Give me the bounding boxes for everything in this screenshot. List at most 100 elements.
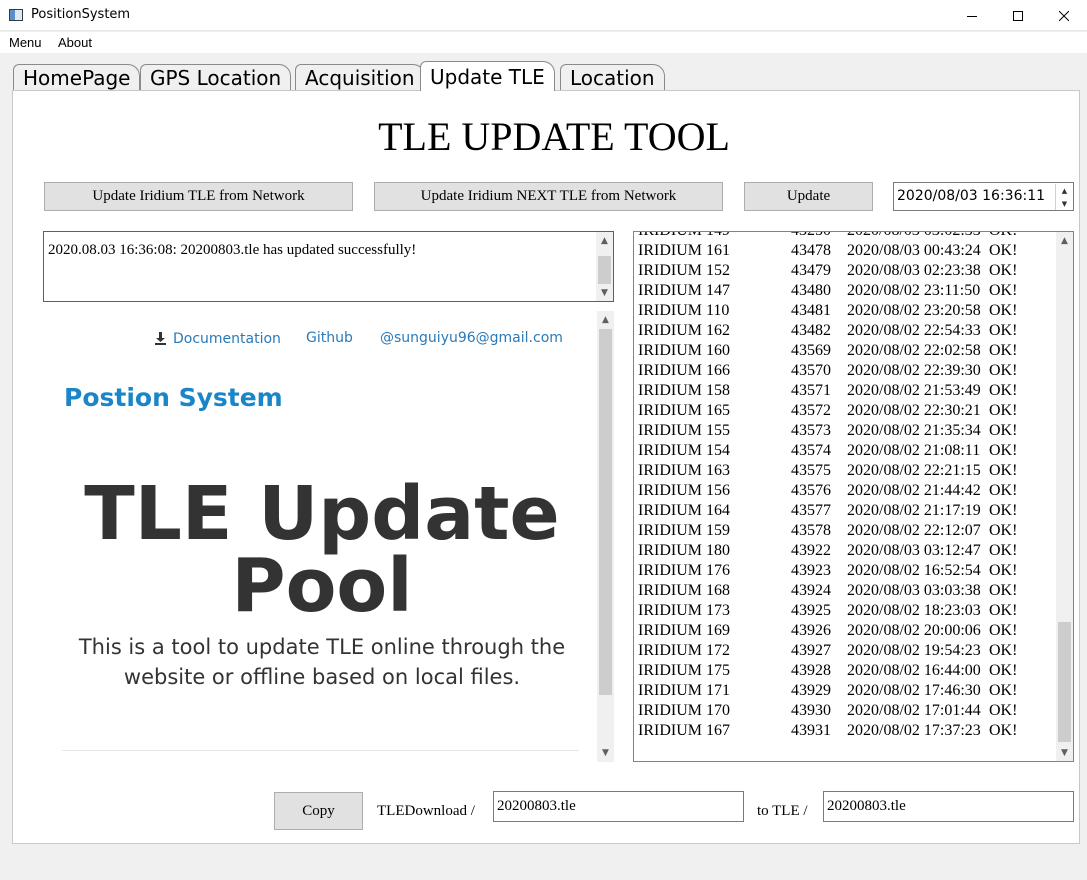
satellite-status: OK!	[989, 522, 1018, 539]
satellite-list[interactable]: IRIDIUM 149 43250 2020/08/03 03:02:33 OK! IR…	[633, 231, 1074, 762]
window-title: PositionSystem	[31, 7, 131, 22]
satellite-name: IRIDIUM 154	[638, 442, 730, 459]
satellite-status: OK!	[989, 722, 1018, 739]
satellite-id: 43931	[791, 722, 831, 739]
update-iridium-tle-button[interactable]: Update Iridium TLE from Network	[44, 182, 353, 211]
satellite-name: IRIDIUM 164	[638, 502, 730, 519]
web-scrollbar[interactable]: ▲ ▼	[597, 311, 614, 762]
description: This is a tool to update TLE online thro…	[62, 632, 582, 692]
tle-download-label: TLEDownload /	[377, 803, 475, 819]
maximize-button[interactable]	[995, 0, 1041, 31]
satellite-name: IRIDIUM 149	[638, 232, 730, 240]
satellite-time: 2020/08/03 00:43:24	[847, 242, 981, 259]
satellite-time: 2020/08/02 22:02:58	[847, 342, 981, 359]
satellite-id: 43573	[791, 422, 831, 439]
tab-acquisition[interactable]: Acquisition	[295, 64, 425, 90]
scroll-down-icon[interactable]: ▼	[1056, 744, 1073, 761]
satellite-name: IRIDIUM 147	[638, 282, 730, 299]
update-iridium-next-tle-button[interactable]: Update Iridium NEXT TLE from Network	[374, 182, 723, 211]
satellite-name: IRIDIUM 172	[638, 642, 730, 659]
update-button[interactable]: Update	[744, 182, 873, 211]
satellite-status: OK!	[989, 442, 1018, 459]
satellite-id: 43577	[791, 502, 831, 519]
scroll-up-icon[interactable]: ▲	[596, 232, 613, 249]
system-title: Postion System	[64, 383, 283, 412]
documentation-link[interactable]: Documentation	[173, 331, 281, 347]
satellite-id: 43571	[791, 382, 831, 399]
to-tle-label: to TLE /	[757, 803, 808, 819]
satellite-time: 2020/08/02 22:12:07	[847, 522, 981, 539]
satellite-id: 43929	[791, 682, 831, 699]
satellite-id: 43575	[791, 462, 831, 479]
satellite-status: OK!	[989, 422, 1018, 439]
satellite-time: 2020/08/02 21:53:49	[847, 382, 981, 399]
close-button[interactable]	[1041, 0, 1087, 31]
satellite-name: IRIDIUM 155	[638, 422, 730, 439]
satellite-time: 2020/08/03 03:03:38	[847, 582, 981, 599]
satellite-time: 2020/08/02 21:44:42	[847, 482, 981, 499]
satellite-id: 43479	[791, 262, 831, 279]
satellite-status: OK!	[989, 482, 1018, 499]
satellite-status: OK!	[989, 402, 1018, 419]
satellite-status: OK!	[989, 642, 1018, 659]
copy-button[interactable]: Copy	[274, 792, 363, 830]
email-link[interactable]: @sunguiyu96@gmail.com	[380, 330, 563, 346]
satellite-name: IRIDIUM 171	[638, 682, 730, 699]
github-link[interactable]: Github	[306, 330, 353, 346]
satellite-name: IRIDIUM 167	[638, 722, 730, 739]
satellite-id: 43572	[791, 402, 831, 419]
menu-about[interactable]: About	[58, 35, 92, 50]
scroll-down-icon[interactable]: ▼	[597, 744, 614, 761]
satellite-id: 43924	[791, 582, 831, 599]
scroll-up-icon[interactable]: ▲	[1056, 232, 1073, 249]
satellite-status: OK!	[989, 542, 1018, 559]
scroll-down-icon[interactable]: ▼	[596, 284, 613, 301]
close-icon	[1059, 10, 1069, 21]
satellite-time: 2020/08/03 02:23:38	[847, 262, 981, 279]
satellite-name: IRIDIUM 180	[638, 542, 730, 559]
scroll-up-icon[interactable]: ▲	[597, 311, 614, 328]
satellite-time: 2020/08/02 19:54:23	[847, 642, 981, 659]
log-text: 2020.08.03 16:36:08: 20200803.tle has up…	[48, 242, 417, 258]
datetime-edit[interactable]: 2020/08/03 16:36:11 ▲ ▼	[893, 182, 1074, 211]
satellite-id: 43928	[791, 662, 831, 679]
list-scroll-thumb[interactable]	[1058, 622, 1071, 742]
log-scrollbar[interactable]: ▲ ▼	[596, 232, 613, 301]
satellite-id: 43481	[791, 302, 831, 319]
description-line2: website or offline based on local files.	[123, 665, 521, 689]
satellite-id: 43926	[791, 622, 831, 639]
tab-update-tle[interactable]: Update TLE	[420, 61, 555, 91]
satellite-name: IRIDIUM 159	[638, 522, 730, 539]
minimize-button[interactable]	[949, 0, 995, 31]
satellite-time: 2020/08/02 16:44:00	[847, 662, 981, 679]
satellite-status: OK!	[989, 682, 1018, 699]
web-scroll-thumb[interactable]	[599, 329, 612, 695]
satellite-id: 43578	[791, 522, 831, 539]
satellite-time: 2020/08/02 22:21:15	[847, 462, 981, 479]
list-scrollbar[interactable]: ▲ ▼	[1056, 232, 1073, 761]
tab-gps-location[interactable]: GPS Location	[140, 64, 292, 90]
tle-download-field[interactable]: 20200803.tle	[493, 791, 744, 822]
satellite-status: OK!	[989, 362, 1018, 379]
satellite-status: OK!	[989, 662, 1018, 679]
to-tle-field[interactable]: 20200803.tle	[823, 791, 1074, 822]
satellite-name: IRIDIUM 160	[638, 342, 730, 359]
tab-homepage[interactable]: HomePage	[13, 64, 141, 90]
spin-up-icon[interactable]: ▲	[1055, 184, 1073, 197]
log-textbox[interactable]: 2020.08.03 16:36:08: 20200803.tle has up…	[43, 231, 614, 302]
satellite-id: 43923	[791, 562, 831, 579]
satellite-time: 2020/08/02 17:01:44	[847, 702, 981, 719]
tab-location[interactable]: Location	[560, 64, 665, 90]
satellite-id: 43570	[791, 362, 831, 379]
spin-down-icon[interactable]: ▼	[1055, 197, 1073, 210]
satellite-name: IRIDIUM 156	[638, 482, 730, 499]
satellite-time: 2020/08/02 21:08:11	[847, 442, 981, 459]
satellite-id: 43927	[791, 642, 831, 659]
menu-menu[interactable]: Menu	[9, 35, 42, 50]
satellite-time: 2020/08/03 03:12:47	[847, 542, 981, 559]
satellite-id: 43576	[791, 482, 831, 499]
log-scroll-thumb[interactable]	[598, 256, 611, 284]
satellite-status: OK!	[989, 232, 1017, 240]
satellite-name: IRIDIUM 170	[638, 702, 730, 719]
satellite-status: OK!	[989, 702, 1018, 719]
